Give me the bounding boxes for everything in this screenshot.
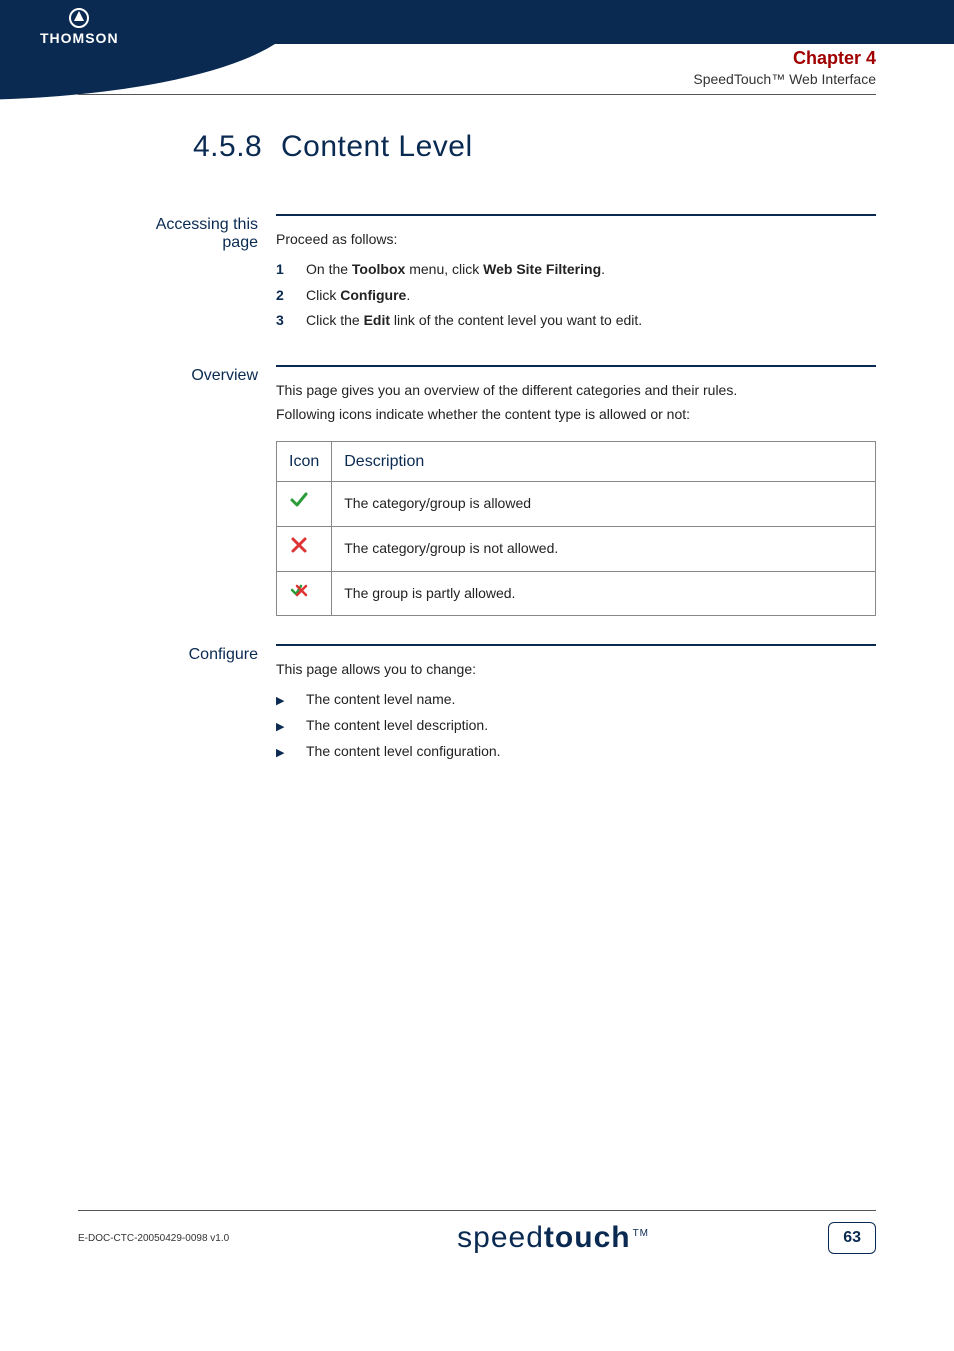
page-number: 63 (828, 1222, 876, 1254)
step-text: Click the Edit link of the content level… (306, 309, 642, 333)
item-text: The content level description. (306, 714, 488, 738)
section-rule (276, 365, 876, 367)
desc-not-allowed: The category/group is not allowed. (332, 526, 876, 571)
th-icon: Icon (277, 441, 332, 481)
t: On the (306, 261, 352, 277)
body-configure: This page allows you to change: ▶The con… (276, 644, 876, 765)
accessing-intro: Proceed as follows: (276, 228, 876, 252)
page-footer: E-DOC-CTC-20050429-0098 v1.0 speedtouchT… (78, 1210, 876, 1255)
cross-icon (289, 535, 309, 555)
brand-logo: THOMSON (40, 8, 119, 46)
t: . (406, 287, 410, 303)
section-configure: Configure This page allows you to change… (118, 644, 876, 765)
step-3: 3 Click the Edit link of the content lev… (276, 309, 876, 333)
desc-partial: The group is partly allowed. (332, 571, 876, 616)
body-overview: This page gives you an overview of the d… (276, 365, 876, 616)
footer-rule (78, 1210, 876, 1211)
section-overview: Overview This page gives you an overview… (118, 365, 876, 616)
side-label-accessing: Accessing this page (118, 214, 276, 337)
icon-allowed (277, 481, 332, 526)
t: Click the (306, 312, 364, 328)
list-item: ▶The content level description. (276, 714, 876, 738)
page-content: 4.5.8Content Level Accessing this page P… (0, 120, 954, 794)
t: Toolbox (352, 261, 405, 277)
icon-table: Icon Description The category/group is a… (276, 441, 876, 617)
page-title: 4.5.8Content Level (193, 130, 876, 164)
bullet-icon: ▶ (276, 692, 306, 711)
configure-list: ▶The content level name. ▶The content le… (276, 688, 876, 763)
section-accessing: Accessing this page Proceed as follows: … (118, 214, 876, 337)
overview-p1: This page gives you an overview of the d… (276, 379, 876, 403)
desc-allowed: The category/group is allowed (332, 481, 876, 526)
side-label-configure: Configure (118, 644, 276, 765)
list-item: ▶The content level configuration. (276, 740, 876, 764)
check-icon (289, 490, 309, 510)
logo-part-light: speed (457, 1221, 544, 1254)
table-row: The category/group is not allowed. (277, 526, 876, 571)
t: Web Site Filtering (483, 261, 601, 277)
chapter-label: Chapter 4 (693, 48, 876, 69)
t: link of the content level you want to ed… (390, 312, 642, 328)
section-name: Content Level (281, 130, 473, 163)
brand-text: THOMSON (40, 30, 119, 46)
t: Click (306, 287, 340, 303)
bullet-icon: ▶ (276, 718, 306, 737)
item-text: The content level configuration. (306, 740, 501, 764)
t: Configure (340, 287, 406, 303)
thomson-emblem-icon (68, 8, 90, 28)
step-number: 1 (276, 258, 306, 282)
accessing-steps: 1 On the Toolbox menu, click Web Site Fi… (276, 258, 876, 333)
trademark-symbol: TM (633, 1228, 649, 1239)
configure-intro: This page allows you to change: (276, 658, 876, 682)
partial-icon (289, 580, 309, 600)
t: Edit (364, 312, 390, 328)
table-row: The category/group is allowed (277, 481, 876, 526)
icon-partial (277, 571, 332, 616)
chapter-subtitle: SpeedTouch™ Web Interface (693, 71, 876, 87)
t: menu, click (405, 261, 483, 277)
t: . (601, 261, 605, 277)
footer-row: E-DOC-CTC-20050429-0098 v1.0 speedtouchT… (78, 1221, 876, 1255)
step-text: Click Configure. (306, 284, 410, 308)
overview-p2: Following icons indicate whether the con… (276, 403, 876, 427)
th-description: Description (332, 441, 876, 481)
table-row: The group is partly allowed. (277, 571, 876, 616)
list-item: ▶The content level name. (276, 688, 876, 712)
step-number: 2 (276, 284, 306, 308)
logo-part-bold: touch (544, 1221, 631, 1254)
header-rule (78, 94, 876, 95)
item-text: The content level name. (306, 688, 455, 712)
section-rule (276, 644, 876, 646)
icon-not-allowed (277, 526, 332, 571)
step-2: 2 Click Configure. (276, 284, 876, 308)
speedtouch-logo: speedtouchTM (278, 1221, 828, 1255)
side-label-overview: Overview (118, 365, 276, 616)
step-text: On the Toolbox menu, click Web Site Filt… (306, 258, 605, 282)
step-number: 3 (276, 309, 306, 333)
step-1: 1 On the Toolbox menu, click Web Site Fi… (276, 258, 876, 282)
table-header-row: Icon Description (277, 441, 876, 481)
header-bar (0, 0, 954, 44)
section-rule (276, 214, 876, 216)
bullet-icon: ▶ (276, 744, 306, 763)
header-right: Chapter 4 SpeedTouch™ Web Interface (693, 48, 876, 87)
section-number: 4.5.8 (193, 130, 281, 164)
document-id: E-DOC-CTC-20050429-0098 v1.0 (78, 1233, 278, 1244)
body-accessing: Proceed as follows: 1 On the Toolbox men… (276, 214, 876, 337)
